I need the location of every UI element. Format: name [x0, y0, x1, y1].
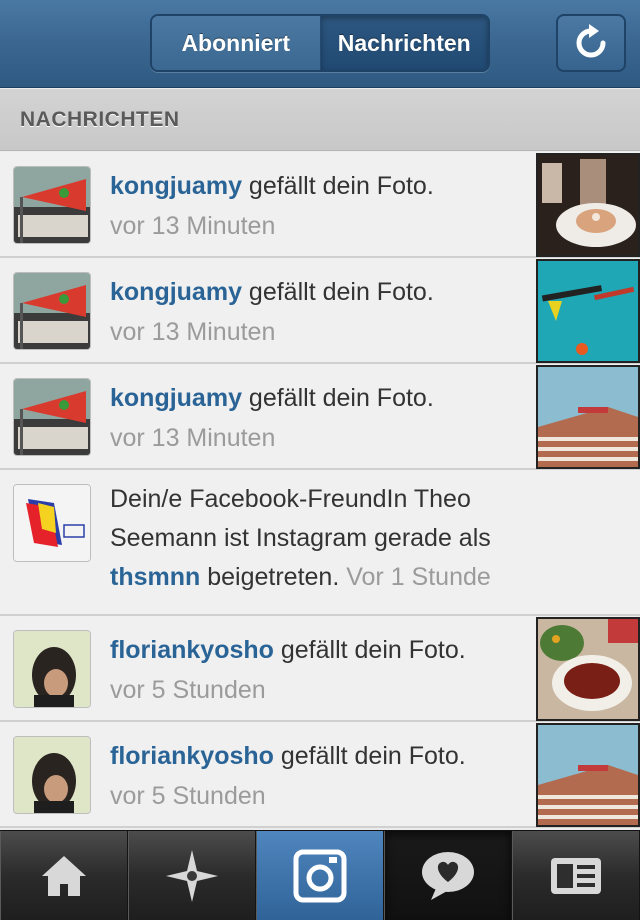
avatar[interactable] — [13, 736, 91, 814]
explore-star-icon — [166, 850, 218, 902]
segment-abonniert[interactable]: Abonniert — [152, 16, 321, 70]
photo-thumbnail[interactable] — [536, 365, 640, 469]
news-speech-heart-icon — [422, 852, 474, 900]
section-header: NACHRICHTEN — [0, 89, 640, 151]
notification-text: kongjuamy gefällt dein Foto. vor 13 Minu… — [110, 172, 434, 240]
notification-text: floriankyosho gefällt dein Foto. vor 5 S… — [110, 742, 466, 810]
photo-thumbnail[interactable] — [536, 617, 640, 721]
notification-row[interactable]: kongjuamy gefällt dein Foto. vor 13 Minu… — [0, 364, 640, 470]
notification-text: Dein/e Facebook-FreundIn Theo Seemann is… — [110, 485, 491, 591]
photo-thumbnail[interactable] — [536, 153, 640, 257]
avatar[interactable] — [13, 166, 91, 244]
timestamp: vor 13 Minuten — [110, 212, 276, 240]
notification-text: kongjuamy gefällt dein Foto. vor 13 Minu… — [110, 278, 434, 346]
refresh-button[interactable] — [556, 14, 626, 72]
timestamp: vor 13 Minuten — [110, 318, 276, 346]
timestamp: vor 5 Stunden — [110, 782, 266, 810]
notification-row[interactable]: Dein/e Facebook-FreundIn Theo Seemann is… — [0, 470, 640, 616]
top-navbar: Abonniert Nachrichten — [0, 0, 640, 88]
notification-list: kongjuamy gefällt dein Foto. vor 13 Minu… — [0, 152, 640, 828]
section-title: NACHRICHTEN — [20, 107, 180, 131]
home-icon — [42, 856, 86, 896]
tab-home[interactable] — [0, 831, 128, 920]
avatar[interactable] — [13, 484, 91, 562]
bottom-tab-bar — [0, 830, 640, 920]
timestamp: vor 5 Stunden — [110, 676, 266, 704]
username-link[interactable]: kongjuamy — [110, 384, 242, 412]
photo-thumbnail[interactable] — [536, 723, 640, 827]
notification-row[interactable]: kongjuamy gefällt dein Foto. vor 13 Minu… — [0, 152, 640, 258]
notification-row[interactable]: kongjuamy gefällt dein Foto. vor 13 Minu… — [0, 258, 640, 364]
timestamp: vor 13 Minuten — [110, 424, 276, 452]
notification-row[interactable]: floriankyosho gefällt dein Foto. vor 5 S… — [0, 616, 640, 722]
tab-profile[interactable] — [512, 831, 640, 920]
feed-segmented-control: Abonniert Nachrichten — [150, 14, 490, 72]
tab-explore[interactable] — [128, 831, 256, 920]
avatar[interactable] — [13, 272, 91, 350]
tab-news[interactable] — [384, 831, 512, 920]
notification-text: floriankyosho gefällt dein Foto. vor 5 S… — [110, 636, 466, 704]
notification-text: kongjuamy gefällt dein Foto. vor 13 Minu… — [110, 384, 434, 452]
profile-card-icon — [551, 858, 601, 894]
timestamp: Vor 1 Stunde — [346, 563, 491, 591]
username-link[interactable]: kongjuamy — [110, 278, 242, 306]
username-link[interactable]: thsmnn — [110, 563, 200, 591]
avatar[interactable] — [13, 378, 91, 456]
username-link[interactable]: floriankyosho — [110, 742, 274, 770]
refresh-icon — [576, 24, 606, 58]
username-link[interactable]: floriankyosho — [110, 636, 274, 664]
photo-thumbnail[interactable] — [536, 259, 640, 363]
segment-nachrichten[interactable]: Nachrichten — [320, 16, 488, 70]
avatar[interactable] — [13, 630, 91, 708]
camera-icon — [293, 849, 347, 903]
notification-row[interactable]: floriankyosho gefällt dein Foto. vor 5 S… — [0, 722, 640, 828]
username-link[interactable]: kongjuamy — [110, 172, 242, 200]
tab-camera[interactable] — [256, 831, 384, 920]
